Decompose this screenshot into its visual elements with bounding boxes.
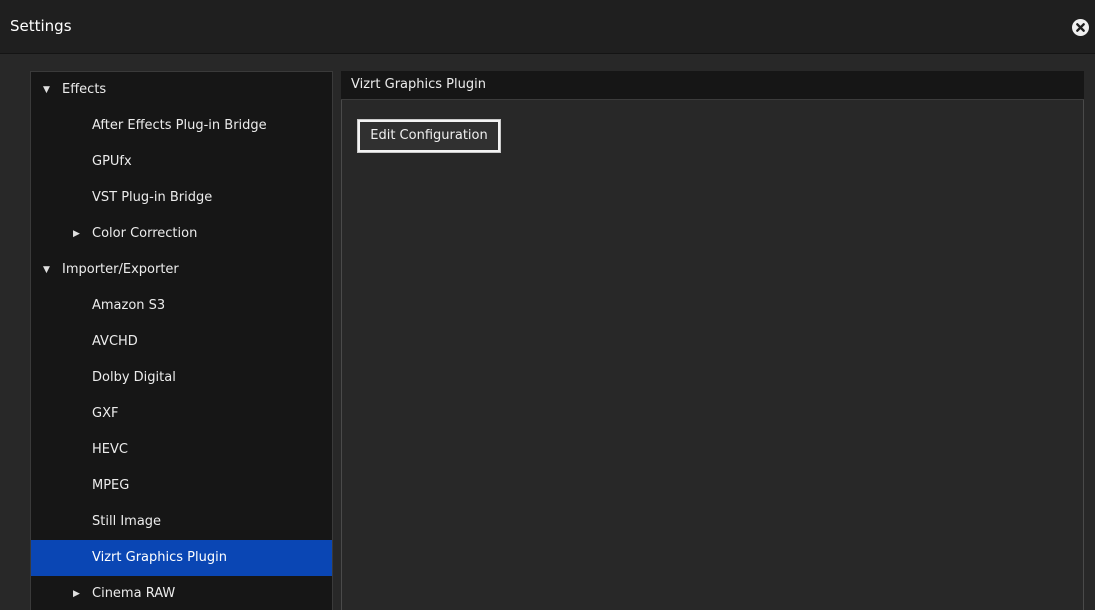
tree-item-gxf[interactable]: GXF	[31, 396, 332, 432]
tree-item-importer-exporter[interactable]: ▼ Importer/Exporter	[31, 252, 332, 288]
triangle-right-icon[interactable]: ▶	[73, 576, 80, 610]
tree-item-label: MPEG	[92, 478, 130, 493]
tree-item-color-correction[interactable]: ▶ Color Correction	[31, 216, 332, 252]
tree-item-effects[interactable]: ▼ Effects	[31, 72, 332, 108]
triangle-right-icon[interactable]: ▶	[73, 216, 80, 252]
tree-item-avchd[interactable]: AVCHD	[31, 324, 332, 360]
panel-title: Vizrt Graphics Plugin	[351, 77, 486, 92]
settings-tree[interactable]: ▼ Effects After Effects Plug-in Bridge GPUf…	[30, 71, 333, 610]
tree-item-vst-plug-in-bridge[interactable]: VST Plug-in Bridge	[31, 180, 332, 216]
triangle-down-icon[interactable]: ▼	[43, 252, 50, 288]
edit-configuration-button[interactable]: Edit Configuration	[357, 119, 501, 153]
tree-item-cinema-raw[interactable]: ▶ Cinema RAW	[31, 576, 332, 610]
tree-item-after-effects-plug-in-bridge[interactable]: After Effects Plug-in Bridge	[31, 108, 332, 144]
tree-item-label: Importer/Exporter	[62, 262, 179, 277]
edit-configuration-label: Edit Configuration	[360, 122, 498, 150]
settings-panel: Vizrt Graphics Plugin Edit Configuration	[341, 71, 1084, 610]
window-title: Settings	[10, 17, 72, 35]
tree-item-label: Cinema RAW	[92, 586, 176, 601]
tree-item-label: GPUfx	[92, 154, 132, 169]
tree-item-still-image[interactable]: Still Image	[31, 504, 332, 540]
tree-item-label: Vizrt Graphics Plugin	[92, 550, 227, 565]
tree-item-hevc[interactable]: HEVC	[31, 432, 332, 468]
tree-item-mpeg[interactable]: MPEG	[31, 468, 332, 504]
tree-item-label: Effects	[62, 82, 107, 97]
panel-header: Vizrt Graphics Plugin	[341, 71, 1084, 100]
tree-item-vizrt-graphics-plugin[interactable]: Vizrt Graphics Plugin	[31, 540, 332, 576]
triangle-down-icon[interactable]: ▼	[43, 72, 50, 108]
tree-item-label: Still Image	[92, 514, 162, 529]
tree-item-label: Amazon S3	[92, 298, 166, 313]
panel-body: Edit Configuration	[341, 100, 1084, 610]
tree-item-label: HEVC	[92, 442, 128, 457]
tree-item-label: Color Correction	[92, 226, 198, 241]
tree-item-label: After Effects Plug-in Bridge	[92, 118, 267, 133]
title-bar: Settings	[0, 0, 1095, 54]
tree-item-dolby-digital[interactable]: Dolby Digital	[31, 360, 332, 396]
tree-item-label: VST Plug-in Bridge	[92, 190, 213, 205]
tree-item-label: GXF	[92, 406, 119, 421]
tree-item-amazon-s3[interactable]: Amazon S3	[31, 288, 332, 324]
tree-item-gpufx[interactable]: GPUfx	[31, 144, 332, 180]
settings-window: Settings ▼ Effects After Effects Plug-in B…	[0, 0, 1095, 610]
tree-item-label: AVCHD	[92, 334, 138, 349]
close-icon[interactable]	[1072, 19, 1089, 36]
tree-item-label: Dolby Digital	[92, 370, 176, 385]
